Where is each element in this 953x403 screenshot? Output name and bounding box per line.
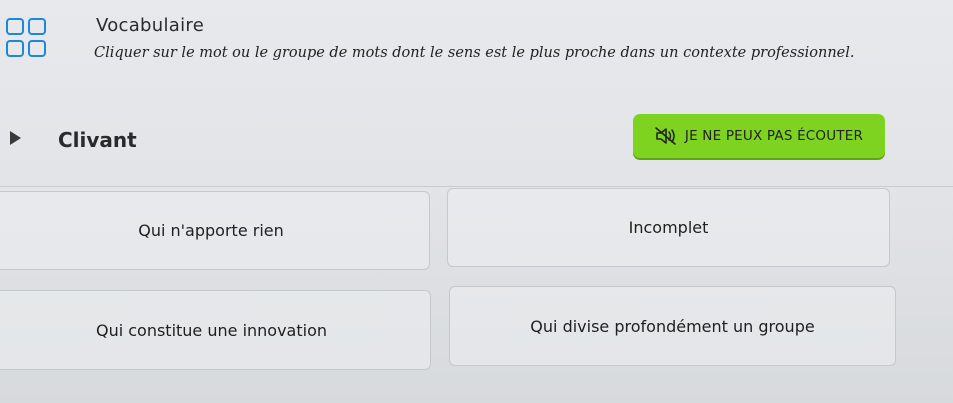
answer-option-label: Qui divise profondément un groupe: [530, 316, 815, 336]
answer-option-label: Incomplet: [628, 218, 709, 237]
answer-option-1[interactable]: Qui n'apporte rien: [0, 191, 430, 270]
prompt-word: Clivant: [58, 128, 137, 152]
grid-cell: [28, 40, 46, 57]
grid-cell: [28, 18, 46, 35]
cant-listen-button[interactable]: JE NE PEUX PAS ÉCOUTER: [633, 114, 885, 158]
answer-option-2[interactable]: Incomplet: [447, 188, 890, 267]
answer-option-label: Qui n'apporte rien: [138, 221, 284, 240]
divider: [0, 186, 953, 187]
mute-speaker-icon: [655, 127, 676, 145]
grid-cell: [6, 18, 24, 35]
answer-option-3[interactable]: Qui constitue une innovation: [0, 290, 431, 370]
answer-option-label: Qui constitue une innovation: [95, 320, 328, 340]
answer-option-4[interactable]: Qui divise profondément un groupe: [449, 286, 896, 366]
cant-listen-label: JE NE PEUX PAS ÉCOUTER: [684, 128, 864, 144]
play-icon[interactable]: [10, 131, 21, 145]
grid-cell: [6, 40, 24, 57]
exercise-instruction: Cliquer sur le mot ou le groupe de mots …: [94, 45, 855, 61]
exercise-title: Vocabulaire: [96, 15, 205, 36]
grid-icon: [6, 18, 52, 64]
